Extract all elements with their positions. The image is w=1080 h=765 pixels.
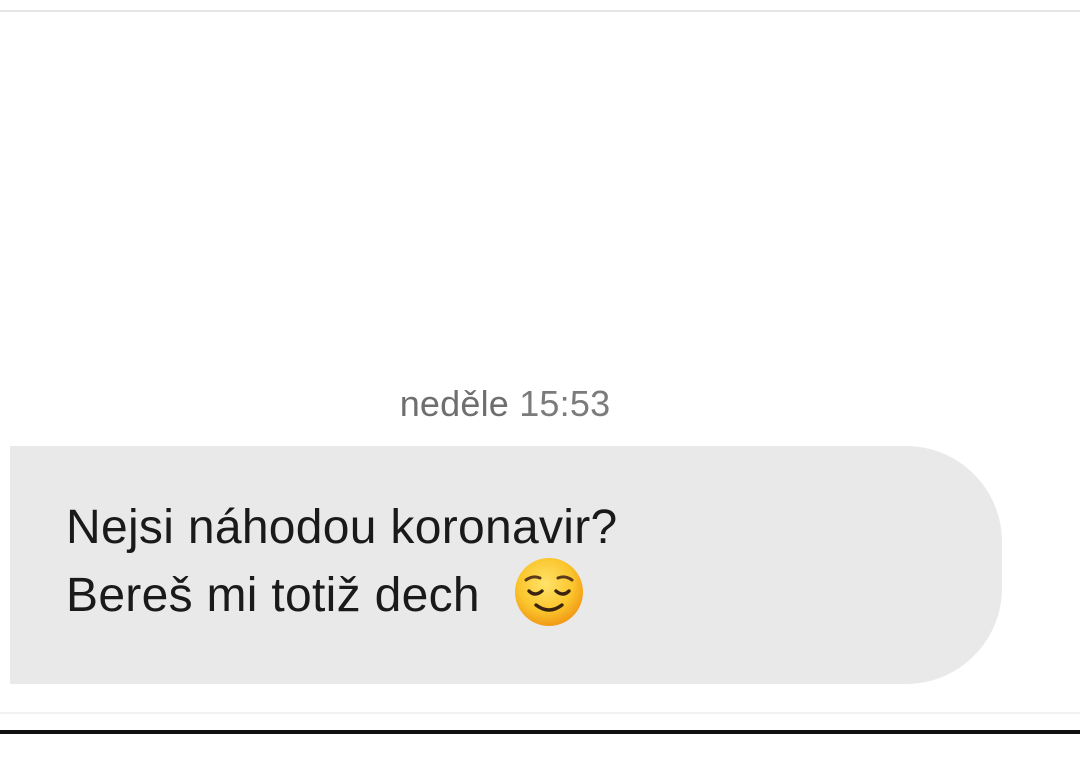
timestamp-day: neděle (399, 383, 509, 424)
chat-screen: neděle 15:53 Nejsi náhodou koronavir? Be… (0, 0, 1080, 765)
top-divider (0, 10, 1080, 12)
relieved-face-emoji-icon (514, 558, 583, 627)
message-text-line-2-text: Bereš mi totiž dech (66, 569, 480, 622)
message-timestamp: neděle 15:53 (0, 382, 1010, 426)
bottom-border (0, 730, 1080, 734)
message-text-line-2: Bereš mi totiž dech (66, 558, 1002, 630)
bottom-light-divider (0, 712, 1080, 714)
timestamp-time: 15:53 (519, 383, 611, 424)
incoming-message-bubble[interactable]: Nejsi náhodou koronavir? Bereš mi totiž … (10, 446, 1002, 684)
message-text-line-1: Nejsi náhodou koronavir? (66, 501, 618, 554)
